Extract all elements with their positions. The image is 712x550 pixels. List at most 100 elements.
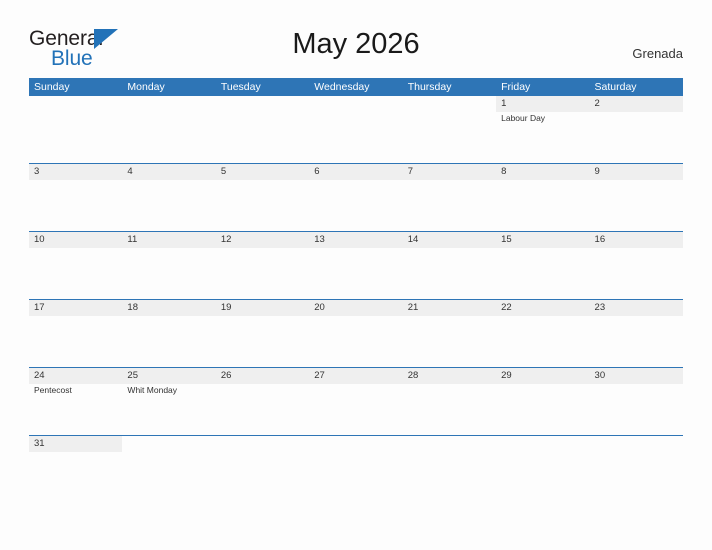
calendar-day-cell[interactable]: 27 <box>309 368 403 435</box>
day-number: 10 <box>34 234 45 245</box>
day-number: 29 <box>501 370 512 381</box>
holiday-label: Pentecost <box>34 385 72 395</box>
day-number: 1 <box>501 98 507 109</box>
day-number: 31 <box>34 438 45 449</box>
calendar-day-cell-empty <box>216 96 309 163</box>
day-number: 27 <box>314 370 325 381</box>
day-number: 4 <box>127 166 133 177</box>
calendar-day-cell[interactable]: 12 <box>215 232 310 299</box>
calendar-day-cell[interactable]: 22 <box>496 300 590 367</box>
day-number: 28 <box>407 370 419 381</box>
calendar-day-cell[interactable]: 24 Pentecost <box>29 368 123 435</box>
calendar-day-cell[interactable]: 16 <box>589 232 683 299</box>
day-number: 20 <box>314 302 325 313</box>
calendar-day-cell-empty <box>29 96 122 163</box>
day-number: 6 <box>314 166 320 177</box>
day-number-band <box>496 164 590 180</box>
calendar-day-cell[interactable]: 6 <box>309 164 403 231</box>
day-number-band <box>590 436 683 452</box>
calendar-day-cell[interactable]: 7 <box>402 164 497 231</box>
weekday-header-sunday: Sunday <box>34 81 70 93</box>
calendar-week-row: 24 Pentecost 25 Whit Monday 26 27 28 29 30 <box>29 367 683 435</box>
day-number-band <box>402 164 497 180</box>
calendar-day-cell[interactable]: 17 <box>29 300 123 367</box>
calendar-day-cell[interactable]: 23 <box>589 300 683 367</box>
day-number-band <box>403 96 496 112</box>
calendar-day-cell[interactable]: 30 <box>589 368 683 435</box>
day-number: 25 <box>127 370 138 381</box>
calendar-day-cell[interactable]: 14 <box>402 232 497 299</box>
holiday-label: Labour Day <box>501 113 546 123</box>
calendar-day-cell-empty <box>309 436 402 458</box>
calendar-day-cell-empty <box>590 436 683 458</box>
calendar-day-cell[interactable]: 9 <box>589 164 683 231</box>
calendar-day-cell[interactable]: 18 <box>122 300 216 367</box>
day-number-band <box>29 96 122 112</box>
day-number: 26 <box>220 370 232 381</box>
calendar-day-cell[interactable]: 15 <box>496 232 590 299</box>
day-number-band <box>309 164 403 180</box>
calendar-day-cell[interactable]: 11 <box>122 232 216 299</box>
day-number: 8 <box>501 166 507 177</box>
calendar-day-cell[interactable]: 25 Whit Monday <box>122 368 216 435</box>
calendar-day-cell[interactable]: 20 <box>309 300 403 367</box>
day-number-band <box>309 436 402 452</box>
day-number-band <box>496 436 589 452</box>
day-number-band <box>216 96 309 112</box>
day-number: 21 <box>407 302 419 313</box>
day-number: 7 <box>407 166 413 177</box>
weekday-header-tuesday: Tuesday <box>220 81 261 93</box>
calendar-day-cell[interactable]: 1 Labour Day <box>496 96 590 163</box>
day-number: 22 <box>501 302 512 313</box>
calendar-day-cell[interactable]: 29 <box>496 368 590 435</box>
calendar-week-row: 31 <box>29 435 683 458</box>
calendar-week-row: 17 18 19 20 21 22 23 <box>29 299 683 367</box>
calendar-day-cell[interactable]: 3 <box>29 164 123 231</box>
weekday-header-friday: Friday <box>501 81 531 93</box>
day-number: 24 <box>34 370 45 381</box>
calendar-day-cell-empty <box>403 96 496 163</box>
calendar-day-cell[interactable]: 2 <box>589 96 683 163</box>
day-number: 18 <box>127 302 138 313</box>
day-number: 2 <box>594 98 600 109</box>
holiday-label: Whit Monday <box>127 385 178 395</box>
day-number: 15 <box>501 234 512 245</box>
calendar-day-cell[interactable]: 19 <box>215 300 310 367</box>
calendar-day-cell[interactable]: 21 <box>402 300 497 367</box>
day-number-band <box>496 96 590 112</box>
weekday-header-row: Sunday Monday Tuesday Wednesday Thursday Frid… <box>29 78 683 96</box>
calendar-day-cell[interactable]: 26 <box>215 368 310 435</box>
calendar-day-cell-empty <box>122 96 215 163</box>
day-number: 9 <box>594 166 600 177</box>
day-number: 12 <box>220 234 232 245</box>
calendar-day-cell[interactable]: 28 <box>402 368 497 435</box>
weekday-header-thursday: Thursday <box>407 81 452 93</box>
day-number-band <box>215 164 310 180</box>
day-number: 3 <box>34 166 40 177</box>
day-number-band <box>122 436 215 452</box>
calendar-day-cell[interactable]: 4 <box>122 164 216 231</box>
calendar-day-cell-empty <box>496 436 589 458</box>
day-number: 30 <box>594 370 606 381</box>
calendar-week-row: 10 11 12 13 14 15 16 <box>29 231 683 299</box>
day-number-band <box>589 96 683 112</box>
day-number-band <box>589 164 683 180</box>
weekday-header-saturday: Saturday <box>594 81 637 93</box>
day-number: 14 <box>407 234 419 245</box>
day-number: 19 <box>220 302 232 313</box>
calendar-day-cell[interactable]: 10 <box>29 232 123 299</box>
day-number-band <box>122 96 215 112</box>
calendar-day-cell-empty <box>216 436 309 458</box>
weekday-header-monday: Monday <box>127 81 165 93</box>
calendar-day-cell[interactable]: 5 <box>215 164 310 231</box>
day-number: 5 <box>220 166 227 177</box>
calendar-day-cell-empty <box>309 96 402 163</box>
calendar-day-cell[interactable]: 8 <box>496 164 590 231</box>
day-number: 17 <box>34 302 45 313</box>
calendar-day-cell[interactable]: 31 <box>29 436 123 458</box>
day-number: 13 <box>314 234 325 245</box>
day-number-band <box>403 436 496 452</box>
calendar-day-cell[interactable]: 13 <box>309 232 403 299</box>
day-number-band <box>216 436 309 452</box>
page-header: General Blue May 2026 Grenada <box>0 0 712 76</box>
